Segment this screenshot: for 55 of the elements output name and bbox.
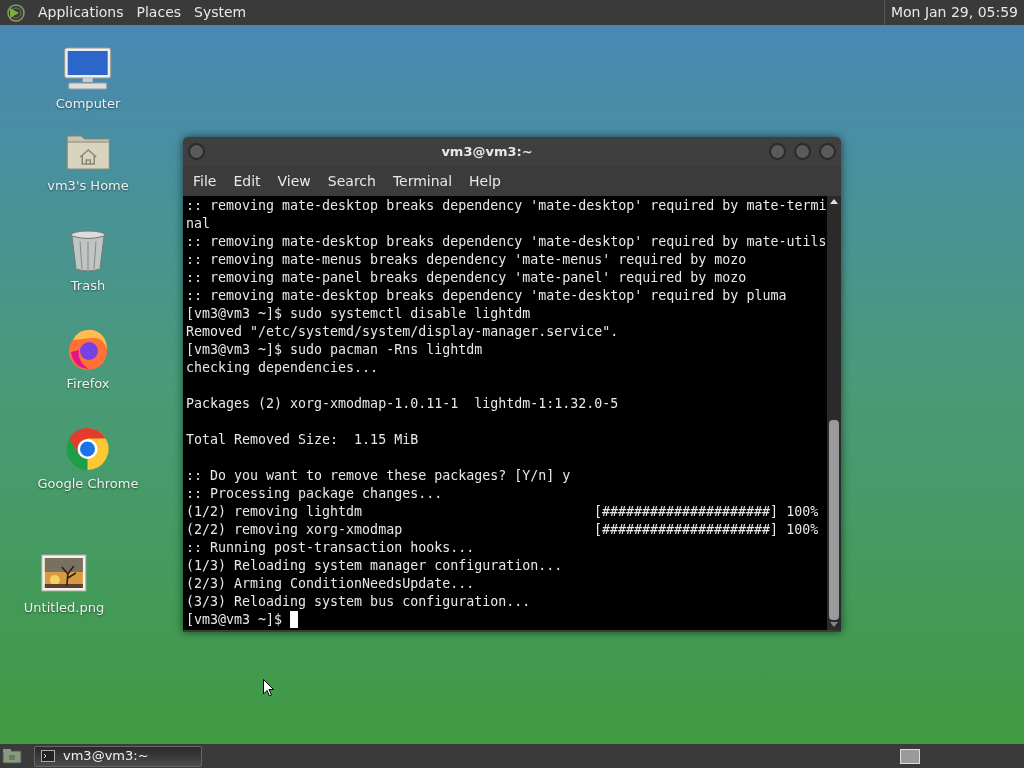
terminal-line: Total Removed Size: 1.15 MiB	[186, 431, 419, 449]
scrollbar[interactable]	[827, 196, 841, 630]
panel-menu[interactable]: System	[188, 2, 253, 23]
terminal-line: :: Running post-transaction hooks...	[186, 539, 475, 557]
menu-item[interactable]: File	[186, 170, 224, 192]
terminal-line: Removed "/etc/systemd/system/display-manager.service".	[186, 323, 619, 341]
terminal-line: :: removing mate-desktop breaks dependency 'mate-desktop' required by mate-termi	[186, 197, 827, 215]
clock[interactable]: Mon Jan 29, 05:59	[883, 0, 1024, 25]
menu-item[interactable]: Terminal	[385, 170, 460, 192]
progress-bar-text: [#####################]	[594, 503, 779, 521]
progress-percent: 100%	[786, 521, 819, 539]
scroll-down-arrow-icon[interactable]	[830, 622, 838, 628]
terminal-line: [vm3@vm3 ~]$ sudo systemctl disable lightdm	[186, 305, 531, 323]
close-button[interactable]	[819, 143, 836, 160]
text-cursor	[290, 611, 299, 628]
shell-prompt: [vm3@vm3 ~]$	[186, 611, 283, 629]
terminal-line: (2/2) removing xorg-xmodmap	[186, 521, 404, 539]
terminal-line: (1/3) Reloading system manager configuration...	[186, 557, 563, 575]
terminal-line: :: Do you want to remove these packages? [Y/n] y	[186, 467, 571, 485]
terminal-line: :: removing mate-panel breaks dependency 'mate-panel' required by mozo	[186, 269, 747, 287]
menu-item[interactable]: Help	[462, 170, 508, 192]
menu-item[interactable]: View	[270, 170, 318, 192]
terminal-line: :: Processing package changes...	[186, 485, 443, 503]
mouse-pointer-icon	[263, 679, 274, 697]
minimize-button[interactable]	[769, 143, 786, 160]
terminal-line: nal	[186, 215, 211, 233]
terminal-line: :: removing mate-desktop breaks dependency 'mate-desktop' required by mate-utils	[186, 233, 827, 251]
trash-can-icon[interactable]	[69, 228, 107, 274]
terminal-line: :: removing mate-menus breaks dependency 'mate-menus' required by mozo	[186, 251, 747, 269]
scrollbar-thumb[interactable]	[829, 420, 839, 620]
terminal-icon	[41, 750, 55, 762]
terminal-line: (1/2) removing lightdm	[186, 503, 364, 521]
progress-percent: 100%	[786, 503, 819, 521]
menu-item[interactable]: Search	[320, 170, 383, 192]
menu-item[interactable]: Edit	[226, 170, 268, 192]
terminal-line: :: removing mate-desktop breaks dependency 'mate-desktop' required by pluma	[186, 287, 787, 305]
terminal-line: [vm3@vm3 ~]$ sudo pacman -Rns lightdm	[186, 341, 483, 359]
workspace-switcher[interactable]	[900, 748, 920, 764]
taskbar-button[interactable]: vm3@vm3:~	[34, 745, 202, 767]
panel-menu[interactable]: Places	[130, 2, 188, 23]
terminal-line: (2/3) Arming ConditionNeedsUpdate...	[186, 575, 475, 593]
window-menu-button[interactable]	[188, 143, 205, 160]
maximize-button[interactable]	[794, 143, 811, 160]
panel-menu[interactable]: Applications	[32, 2, 130, 23]
window-title: vm3@vm3:~	[440, 142, 534, 161]
terminal-output[interactable]	[183, 196, 827, 630]
terminal-line: Packages (2) xorg-xmodmap-1.0.11-1 lightdm-1:1.32.0-5	[186, 395, 619, 413]
monitor-icon[interactable]	[63, 46, 113, 92]
progress-bar-text: [#####################]	[594, 521, 779, 539]
scroll-up-arrow-icon[interactable]	[830, 198, 838, 204]
menu-logo-icon[interactable]	[6, 2, 26, 23]
show-desktop-icon[interactable]	[2, 747, 22, 765]
terminal-line: checking dependencies...	[186, 359, 379, 377]
terminal-line: (3/3) Reloading system bus configuration...	[186, 593, 531, 611]
chrome-ball-icon[interactable]	[65, 426, 111, 472]
